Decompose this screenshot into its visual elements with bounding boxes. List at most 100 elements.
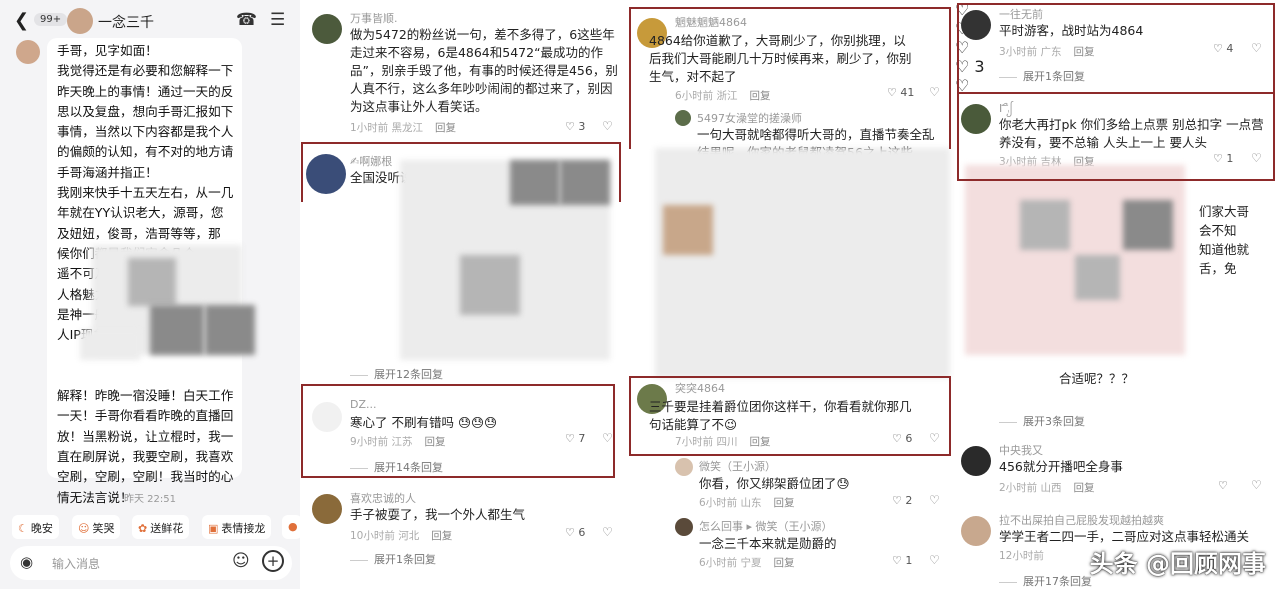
avatar[interactable] xyxy=(67,8,93,34)
like-button[interactable]: ♡ 4 xyxy=(1213,42,1233,55)
reply-button[interactable]: 回复 xyxy=(774,497,795,509)
message-line: 放！当黑粉说，让立棍时，我一 xyxy=(57,428,234,444)
quick-reply-flower[interactable]: ✿ 送鲜花 xyxy=(132,515,190,539)
mosaic-blur xyxy=(1075,255,1120,300)
expand-replies-button[interactable]: 展开3条回复 xyxy=(999,413,1085,429)
comment-text: 手子被耍了，我一个外人都生气 xyxy=(350,507,526,522)
reply-button[interactable]: 回复 xyxy=(425,436,446,448)
mosaic-blur xyxy=(1123,200,1173,250)
comment-text: 一念三千本来就是勋爵的 xyxy=(699,536,837,551)
expand-replies-button[interactable]: 展开1条回复 xyxy=(999,68,1085,84)
like-button[interactable]: ♡ 6 xyxy=(565,526,585,539)
mosaic-blur xyxy=(205,305,255,355)
like-button[interactable]: ♡ 41 xyxy=(887,86,914,99)
message-line: 空刷，空刷，空刷！我当时的心 xyxy=(57,469,234,485)
expand-replies-button[interactable]: 展开17条回复 xyxy=(999,573,1092,589)
commenter-avatar[interactable] xyxy=(675,458,693,476)
commenter-avatar[interactable] xyxy=(961,446,991,476)
like-button[interactable]: ♡ 2 xyxy=(892,494,912,507)
flower-icon: ✿ xyxy=(138,522,148,535)
commenter-avatar[interactable] xyxy=(961,10,991,40)
phone-icon[interactable]: ☎ xyxy=(236,10,257,30)
comment-text: 平时游客，战时站为4864 xyxy=(999,23,1144,38)
dislike-icon[interactable]: ♡ xyxy=(602,525,613,539)
commenter-name[interactable]: 微笑（王小源） xyxy=(699,458,776,474)
like-button[interactable]: ♡ xyxy=(1218,479,1228,492)
comment-text: 寒心了 不刷有错吗 😓😓😓 xyxy=(350,415,498,430)
commenter-avatar[interactable] xyxy=(312,402,342,432)
comment-text: 你看，你又绑架爵位团了😓 xyxy=(699,476,850,491)
reply-comment: 微笑（王小源） 你看，你又绑架爵位团了😓 6小时前 山东 回复 ♡ 2 ♡ xyxy=(675,458,955,509)
mosaic-blur xyxy=(1020,200,1070,250)
heart-icon: ♡ xyxy=(892,432,902,445)
dislike-icon[interactable]: ♡ xyxy=(1251,151,1262,165)
dislike-icon[interactable]: ♡ xyxy=(929,493,940,507)
reply-button[interactable]: 回复 xyxy=(1074,482,1095,494)
chevron-left-icon[interactable]: ❮ xyxy=(14,10,29,31)
commenter-avatar[interactable] xyxy=(312,494,342,524)
emoji-icon[interactable]: ☺ xyxy=(232,551,250,571)
commenter-avatar[interactable] xyxy=(306,154,346,194)
expand-replies-button[interactable]: 展开1条回复 xyxy=(350,551,436,567)
like-button[interactable]: ♡ 6 xyxy=(892,432,912,445)
quick-reply-more[interactable]: ● xyxy=(282,515,300,539)
quick-reply-laugh[interactable]: ☺ 笑哭 xyxy=(72,515,121,539)
reply-button[interactable]: 回复 xyxy=(750,436,771,448)
menu-icon[interactable]: ☰ xyxy=(270,10,285,30)
heart-icon: ♡ xyxy=(565,432,575,445)
like-button[interactable]: ♡ 7 xyxy=(565,432,585,445)
like-button[interactable]: ♡ 3 xyxy=(565,120,585,133)
comment-text: 做为5472的粉丝说一句，差不多得了，6这些年 走过来不容易，6是4864和54… xyxy=(350,27,618,114)
commenter-name[interactable]: 中央我又 xyxy=(999,442,1043,458)
reply-button[interactable]: 回复 xyxy=(750,90,771,102)
heart-icon: ♡ xyxy=(1213,42,1223,55)
partial-comment-text: 合适呢？？？ xyxy=(1059,371,1135,386)
sender-avatar[interactable] xyxy=(16,40,40,64)
commenter-name[interactable]: 一往无前 xyxy=(999,6,1043,22)
comment-meta: 3小时前 广东 回复 xyxy=(999,46,1095,58)
dislike-icon[interactable]: ♡ xyxy=(602,431,613,445)
message-line: 的偏颇的认知，有不对的地方请 xyxy=(57,144,234,160)
dislike-icon[interactable]: ♡ xyxy=(929,431,940,445)
chat-header: ❮ 99+ 一念三千 ☎ ☰ xyxy=(0,0,300,42)
dislike-icon[interactable]: ♡ xyxy=(929,553,940,567)
plus-icon[interactable]: + xyxy=(262,550,284,572)
quick-reply-emoji-chain[interactable]: ▣ 表情接龙 xyxy=(202,515,272,539)
reply-button[interactable]: 回复 xyxy=(774,557,795,569)
message-input[interactable]: 输入消息 xyxy=(52,555,100,572)
commenter-name[interactable]: DZ... xyxy=(350,398,377,411)
message-timestamp: 昨天 22:51 xyxy=(124,494,176,505)
expand-replies-button[interactable]: 展开14条回复 xyxy=(350,459,443,475)
commenter-avatar[interactable] xyxy=(312,14,342,44)
comments-panel-4: 一往无前 平时游客，战时站为4864 3小时前 广东 回复 ♡ 4 ♡ 展开1条回… xyxy=(955,0,1280,589)
reply-button[interactable]: 回复 xyxy=(431,530,452,542)
quick-reply-goodnight[interactable]: ☾ 晚安 xyxy=(12,515,59,539)
like-button[interactable]: ♡ 1 xyxy=(892,554,912,567)
dislike-icon[interactable]: ♡ xyxy=(1251,478,1262,492)
reply-button[interactable]: 回复 xyxy=(1074,46,1095,58)
commenter-name[interactable]: 5497女澡堂的搓澡师 xyxy=(697,110,802,126)
commenter-avatar[interactable] xyxy=(675,518,693,536)
dislike-icon[interactable]: ♡ xyxy=(602,119,613,133)
commenter-avatar[interactable] xyxy=(961,516,991,546)
commenter-avatar[interactable] xyxy=(961,104,991,134)
comment: Iࢭ࢑ᩭ 你老大再打pk 你们多给上点票 别总扣字 一点营 养没有，要不总输 人… xyxy=(961,100,1276,170)
message-line: 年就在YY认识老大，源哥，您 xyxy=(57,205,224,221)
heart-icon: ♡ xyxy=(1218,479,1228,492)
dislike-icon[interactable]: ♡ xyxy=(1251,41,1262,55)
reply-button[interactable]: 回复 xyxy=(435,122,456,134)
commenter-name[interactable]: 突突4864 xyxy=(675,380,725,396)
commenter-name[interactable]: ✍啊娜根 xyxy=(350,153,392,169)
dislike-icon[interactable]: ♡ xyxy=(929,85,940,99)
emoji-chain-icon: ▣ xyxy=(208,522,219,535)
commenter-avatar[interactable] xyxy=(675,110,691,126)
commenter-name[interactable]: 魍魅魍魉4864 xyxy=(675,14,747,30)
commenter-name[interactable]: 万事皆顺. xyxy=(350,10,398,26)
commenter-name[interactable]: 拉不出屎拍自己屁股发现越拍越爽 xyxy=(999,512,1164,528)
expand-replies-button[interactable]: 展开12条回复 xyxy=(350,366,443,382)
commenter-name[interactable]: 怎么回事 ▸ 微笑（王小源） xyxy=(699,518,833,534)
voice-icon[interactable]: ◉ xyxy=(20,553,33,571)
commenter-name[interactable]: 喜欢忠诚的人 xyxy=(350,490,416,506)
like-button[interactable]: ♡ 1 xyxy=(1213,152,1233,165)
watermark: 头条 @回顾网事 xyxy=(1089,550,1266,578)
